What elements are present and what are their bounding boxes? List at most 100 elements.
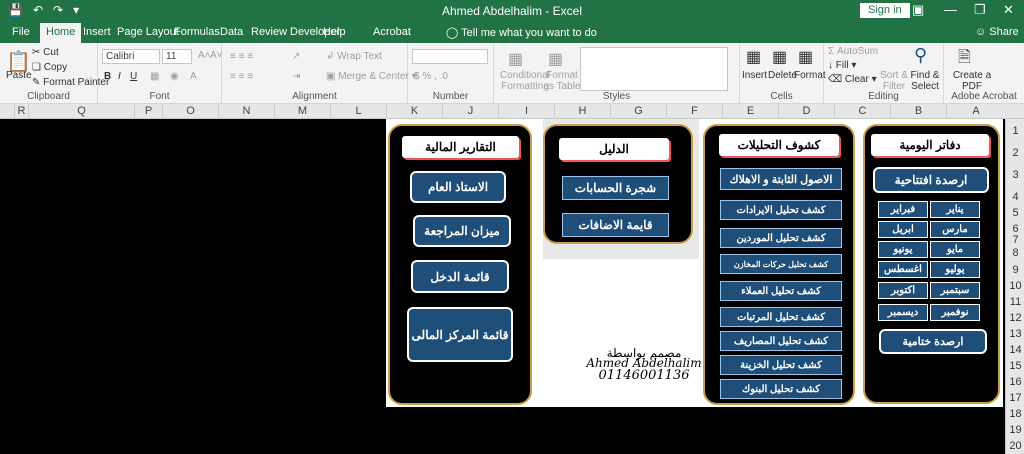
tab-data[interactable]: Data bbox=[220, 26, 243, 38]
analysis-item[interactable]: كشف تحليل المصاريف bbox=[720, 331, 842, 351]
tab-home[interactable]: Home bbox=[40, 23, 82, 43]
column-header[interactable]: P bbox=[134, 104, 162, 119]
column-header[interactable]: F bbox=[666, 104, 722, 119]
row-header[interactable]: 9 bbox=[1006, 264, 1024, 276]
create-pdf-button[interactable]: Create a PDF bbox=[952, 70, 992, 92]
column-header[interactable]: J bbox=[442, 104, 498, 119]
column-header[interactable]: H bbox=[554, 104, 610, 119]
paste-button[interactable]: Paste bbox=[6, 70, 32, 81]
column-header[interactable]: I bbox=[498, 104, 554, 119]
number-format-select[interactable] bbox=[412, 49, 488, 64]
tab-developer[interactable]: Help bbox=[323, 26, 346, 38]
month-button[interactable]: اكتوبر bbox=[878, 282, 928, 299]
row-header[interactable]: 2 bbox=[1006, 147, 1024, 159]
column-header[interactable]: M bbox=[274, 104, 330, 119]
month-button[interactable]: ابريل bbox=[878, 221, 928, 238]
format-cells-icon[interactable]: ▦ bbox=[798, 47, 813, 67]
italic-icon[interactable]: I bbox=[118, 71, 121, 82]
align-top-icon[interactable]: ≡ ≡ ≡ bbox=[230, 51, 253, 62]
restore-icon[interactable]: ❐ bbox=[974, 2, 986, 18]
shrink-font-icon[interactable]: A˅ bbox=[210, 50, 223, 61]
analysis-item[interactable]: كشف تحليل المرتبات bbox=[720, 307, 842, 327]
font-color-icon[interactable]: A bbox=[190, 71, 197, 82]
minimize-icon[interactable]: — bbox=[944, 2, 957, 17]
close-icon[interactable]: ✕ bbox=[1003, 2, 1014, 18]
guide-item[interactable]: قايمة الاضافات bbox=[562, 213, 669, 237]
fill-button[interactable]: ↓ Fill ▾ bbox=[828, 60, 856, 71]
analysis-item[interactable]: كشف تحليل حركات المخازن bbox=[720, 254, 842, 274]
column-header[interactable]: D bbox=[778, 104, 834, 119]
sort-filter-button[interactable]: Sort & Filter bbox=[880, 70, 908, 92]
month-button[interactable]: نوفمبر bbox=[930, 304, 980, 321]
row-header[interactable]: 20 bbox=[1006, 440, 1024, 452]
borders-icon[interactable]: ▦ bbox=[150, 71, 159, 82]
row-header[interactable]: 4 bbox=[1006, 191, 1024, 203]
find-select-button[interactable]: Find & Select bbox=[910, 70, 940, 92]
report-item[interactable]: قائمة المركز المالى bbox=[407, 307, 513, 362]
month-button[interactable]: مارس bbox=[930, 221, 980, 238]
row-header[interactable]: 18 bbox=[1006, 408, 1024, 420]
column-header[interactable]: K bbox=[386, 104, 442, 119]
row-header[interactable]: 3 bbox=[1006, 169, 1024, 181]
tab-page-layout[interactable]: Page Layout bbox=[117, 26, 179, 38]
row-header[interactable]: 5 bbox=[1006, 207, 1024, 219]
row-header[interactable]: 1 bbox=[1006, 125, 1024, 137]
month-button[interactable]: اغسطس bbox=[878, 261, 928, 278]
ribbon-display-icon[interactable]: ▣ bbox=[912, 2, 924, 18]
opening-balances-button[interactable]: ارصدة افتتاحية bbox=[873, 167, 989, 193]
cell-styles-gallery[interactable] bbox=[580, 47, 728, 91]
pdf-icon[interactable]: 🗎 bbox=[958, 46, 971, 73]
format-as-table-button[interactable]: Format as Table bbox=[542, 70, 582, 92]
month-button[interactable]: يوليو bbox=[930, 261, 980, 278]
column-header[interactable]: N bbox=[218, 104, 274, 119]
format-as-table-icon[interactable]: ▦ bbox=[548, 49, 563, 69]
report-item[interactable]: ميزان المراجعة bbox=[413, 215, 511, 247]
orientation-icon[interactable]: ↗ bbox=[292, 51, 300, 62]
month-button[interactable]: يونيو bbox=[878, 241, 928, 258]
analysis-item[interactable]: كشف تحليل الخزينة bbox=[720, 355, 842, 375]
analysis-item[interactable]: كشف تحليل العملاء bbox=[720, 281, 842, 301]
sign-in-button[interactable]: Sign in bbox=[860, 3, 910, 18]
month-button[interactable]: فبراير bbox=[878, 201, 928, 218]
column-header[interactable]: O bbox=[162, 104, 218, 119]
analysis-item[interactable]: الاصول الثابتة و الاهلاك bbox=[720, 168, 842, 190]
row-header[interactable]: 12 bbox=[1006, 312, 1024, 324]
row-header[interactable]: 8 bbox=[1006, 247, 1024, 259]
column-header[interactable]: B bbox=[890, 104, 946, 119]
column-header[interactable]: C bbox=[834, 104, 890, 119]
font-size-select[interactable]: 11 bbox=[162, 49, 192, 64]
column-header[interactable]: G bbox=[610, 104, 666, 119]
tab-review[interactable]: Review bbox=[251, 26, 287, 38]
wrap-text-button[interactable]: ↲ Wrap Text bbox=[326, 51, 382, 62]
indent-icon[interactable]: ⇥ bbox=[292, 71, 300, 82]
row-header[interactable]: 7 bbox=[1006, 234, 1024, 246]
report-item[interactable]: الاستاذ العام bbox=[410, 171, 506, 203]
row-header[interactable]: 10 bbox=[1006, 280, 1024, 292]
grow-font-icon[interactable]: A˄ bbox=[198, 50, 211, 61]
currency-icon[interactable]: $ % , .0 bbox=[414, 71, 448, 82]
bold-icon[interactable]: B bbox=[104, 71, 111, 82]
column-header[interactable]: R bbox=[14, 104, 28, 119]
guide-item[interactable]: شجرة الحسابات bbox=[562, 176, 669, 200]
row-header[interactable]: 16 bbox=[1006, 376, 1024, 388]
column-header[interactable]: L bbox=[330, 104, 386, 119]
tab-insert[interactable]: Insert bbox=[83, 26, 111, 38]
row-header[interactable]: 17 bbox=[1006, 392, 1024, 404]
tab-file[interactable]: File bbox=[12, 26, 30, 38]
closing-balances-button[interactable]: ارصدة ختامية bbox=[879, 329, 987, 354]
month-button[interactable]: يناير bbox=[930, 201, 980, 218]
tab-help[interactable]: Acrobat bbox=[373, 26, 411, 38]
delete-cells-icon[interactable]: ▦ bbox=[772, 47, 787, 67]
tell-me-search[interactable]: ◯ Tell me what you want to do bbox=[446, 26, 597, 39]
format-cells-button[interactable]: Format bbox=[794, 70, 826, 81]
underline-icon[interactable]: U bbox=[130, 71, 137, 82]
row-header[interactable]: 13 bbox=[1006, 328, 1024, 340]
column-header[interactable]: Q bbox=[28, 104, 134, 119]
select-all-corner[interactable] bbox=[0, 104, 14, 119]
month-button[interactable]: سبتمبر bbox=[930, 282, 980, 299]
column-header[interactable]: A bbox=[946, 104, 1005, 119]
row-header[interactable]: 14 bbox=[1006, 344, 1024, 356]
copy-button[interactable]: ❏ Copy bbox=[32, 62, 67, 73]
insert-cells-icon[interactable]: ▦ bbox=[746, 47, 761, 67]
month-button[interactable]: مايو bbox=[930, 241, 980, 258]
